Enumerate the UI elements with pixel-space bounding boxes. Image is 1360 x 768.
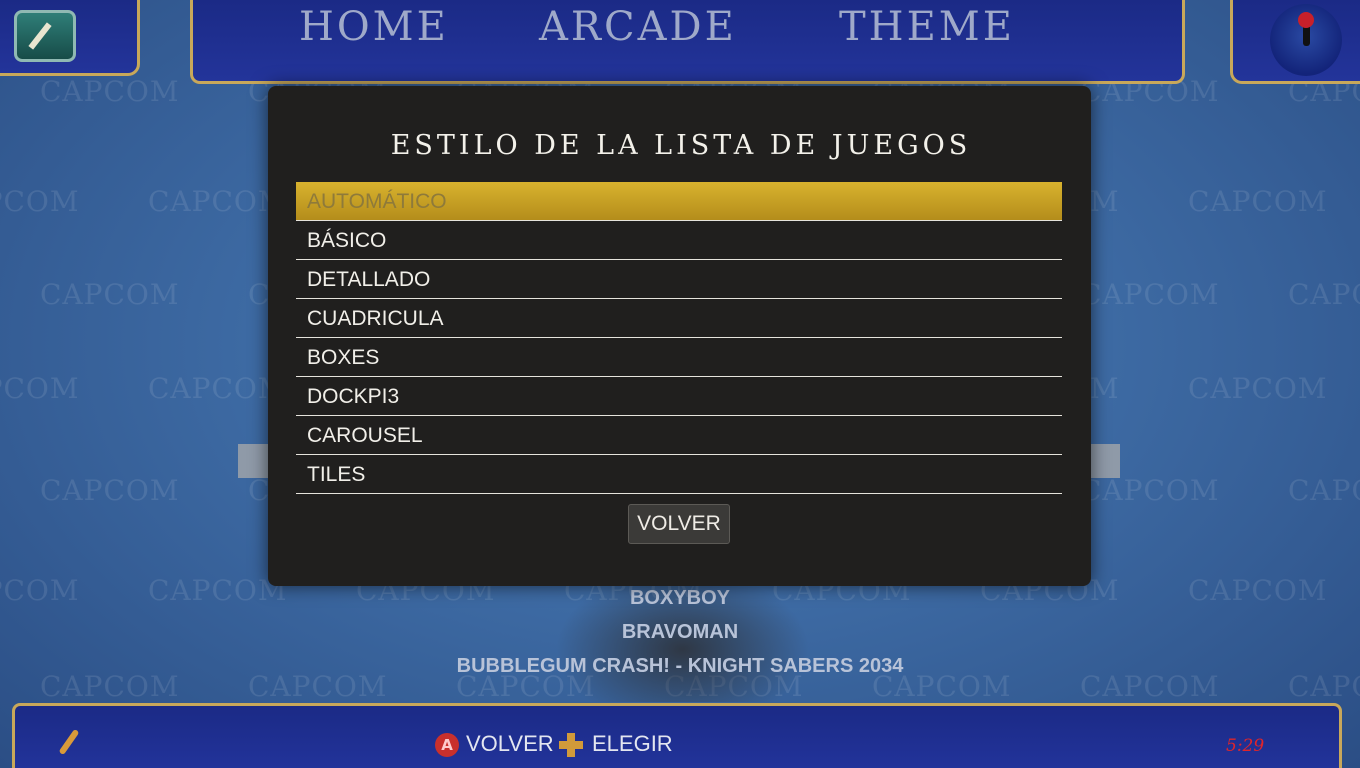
option-carousel[interactable]: CAROUSEL [296,416,1062,455]
hint-select: ELEGIR [592,731,673,756]
hint-back: VOLVER [466,731,554,756]
volver-button[interactable]: VOLVER [628,504,730,544]
watermark-text: CAPCOM [148,372,288,405]
list-highlight-right [1090,444,1120,478]
nav-theme[interactable]: THEME [839,4,1015,50]
top-right-corner [1230,0,1360,84]
watermark-text: CAPCOM [1188,372,1328,405]
nav-home[interactable]: HOME [299,4,449,50]
option-tiles[interactable]: TILES [296,455,1062,494]
watermark-text: CAPCOM [0,185,80,218]
clock: 5:29 [1226,736,1265,756]
button-a-icon: A [435,733,459,757]
option-dockpi3[interactable]: DOCKPI3 [296,377,1062,416]
top-left-corner [0,0,140,76]
option-detallado[interactable]: DETALLADO [296,260,1062,299]
watermark-text: CAPCOM [1188,185,1328,218]
game-list-item[interactable]: BOXYBOY [0,587,1360,610]
joystick-icon[interactable] [1270,4,1342,76]
bottom-bar [12,703,1342,768]
watermark-text: CAPCOM [1288,474,1360,507]
dialog-title: ESTILO DE LA LISTA DE JUEGOS [390,130,972,161]
watermark-text: CAPCOM [1080,278,1220,311]
watermark-text: CAPCOM [40,75,180,108]
top-nav: HOME ARCADE THEME [190,0,1185,84]
game-list-item[interactable]: BUBBLEGUM CRASH! - KNIGHT SABERS 2034 [0,655,1360,678]
option-boxes[interactable]: BOXES [296,338,1062,377]
option-basico[interactable]: BÁSICO [296,221,1062,260]
dpad-icon [559,733,583,757]
watermark-text: CAPCOM [40,278,180,311]
list-highlight-left [238,444,270,478]
watermark-text: CAPCOM [1080,474,1220,507]
game-list-item[interactable]: BRAVOMAN [0,621,1360,644]
option-automatico[interactable]: AUTOMÁTICO [296,182,1062,221]
watermark-text: CAPCOM [0,372,80,405]
watermark-text: CAPCOM [1288,278,1360,311]
watermark-text: CAPCOM [148,185,288,218]
list-style-dialog: ESTILO DE LA LISTA DE JUEGOS AUTOMÁTICO … [268,86,1091,586]
option-cuadricula[interactable]: CUADRICULA [296,299,1062,338]
app-icon[interactable] [14,10,76,62]
nav-arcade[interactable]: ARCADE [539,4,737,50]
watermark-text: CAPCOM [40,474,180,507]
